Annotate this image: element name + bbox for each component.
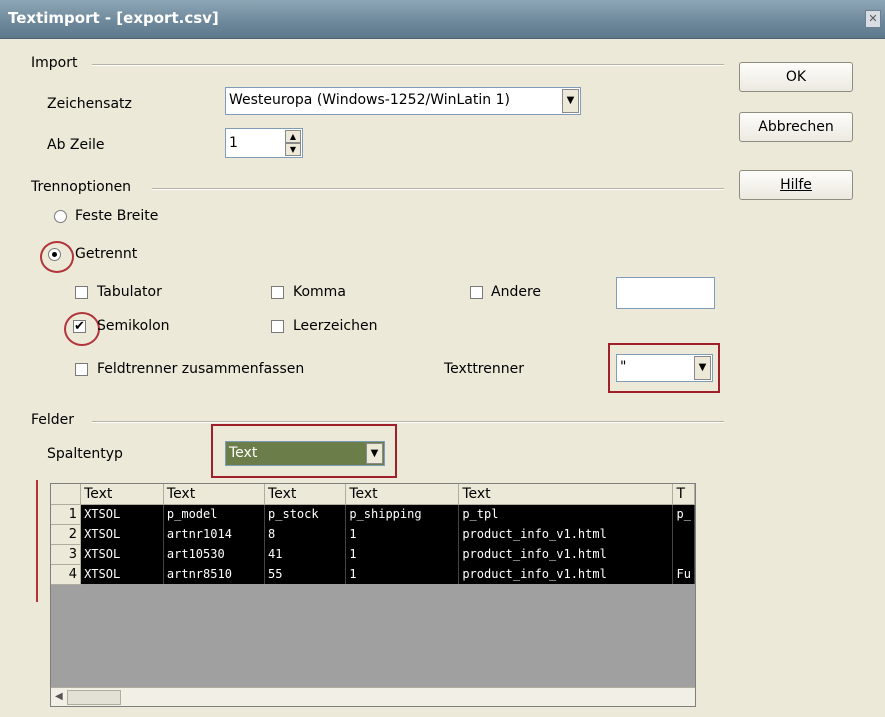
table-cell[interactable]: art10530	[163, 544, 266, 564]
start-row-value: 1	[229, 135, 238, 151]
fields-divider	[92, 421, 724, 423]
table-cell[interactable]: product_info_v1.html	[458, 564, 674, 584]
column-header[interactable]: Text	[264, 484, 347, 505]
column-header[interactable]: T	[672, 484, 695, 505]
comma-checkbox[interactable]	[271, 286, 284, 299]
table-row[interactable]: 2 XTSOL artnr1014 8 1 product_info_v1.ht…	[51, 524, 695, 545]
help-button-label: Hilfe	[780, 177, 812, 193]
table-cell[interactable]: Fu	[672, 564, 695, 584]
row-number: 3	[51, 544, 82, 565]
horizontal-scrollbar[interactable]: ◀ ▶	[51, 687, 695, 706]
space-label: Leerzeichen	[293, 318, 378, 334]
column-header[interactable]: Text	[163, 484, 266, 505]
horizontal-scroll-thumb[interactable]	[67, 690, 121, 705]
column-type-label: Spaltentyp	[47, 446, 123, 462]
table-cell[interactable]: p_stock	[264, 504, 347, 524]
table-cell[interactable]	[672, 544, 695, 564]
checkmark-icon: ✔	[74, 319, 85, 334]
table-cell[interactable]: XTSOL	[80, 564, 164, 584]
row-number: 2	[51, 524, 82, 545]
table-cell[interactable]: 1	[345, 564, 460, 584]
table-cell[interactable]: p_shipping	[345, 504, 460, 524]
separated-label: Getrennt	[75, 246, 138, 262]
comma-label: Komma	[293, 284, 346, 300]
separator-section-label: Trennoptionen	[31, 179, 132, 195]
text-delimiter-value: "	[620, 359, 627, 375]
fixed-width-radio[interactable]	[54, 210, 67, 223]
table-cell[interactable]: product_info_v1.html	[458, 524, 674, 544]
table-cell[interactable]: p_model	[163, 504, 266, 524]
merge-delimiters-checkbox[interactable]	[75, 363, 88, 376]
preview-header-row: Text Text Text Text Text T	[51, 484, 695, 505]
ok-button[interactable]: OK	[739, 62, 853, 92]
cancel-button[interactable]: Abbrechen	[739, 112, 853, 142]
start-row-label: Ab Zeile	[47, 137, 105, 153]
charset-select[interactable]: Westeuropa (Windows-1252/WinLatin 1) ▼	[225, 87, 581, 115]
chevron-down-icon[interactable]: ▼	[694, 356, 711, 380]
table-row[interactable]: 1 XTSOL p_model p_stock p_shipping p_tpl…	[51, 504, 695, 525]
spin-up-icon[interactable]: ▲	[285, 130, 301, 143]
title-bar[interactable]: Textimport - [export.csv] ✕	[0, 0, 885, 39]
start-row-spinner[interactable]: 1 ▲ ▼	[225, 128, 303, 158]
fixed-width-label: Feste Breite	[75, 208, 159, 224]
table-cell[interactable]: artnr1014	[163, 524, 266, 544]
merge-delimiters-label: Feldtrenner zusammenfassen	[97, 361, 305, 377]
text-delimiter-select[interactable]: " ▼	[616, 354, 713, 382]
charset-value: Westeuropa (Windows-1252/WinLatin 1)	[229, 92, 510, 108]
row-number: 1	[51, 504, 82, 525]
separator-divider	[152, 188, 724, 190]
tab-checkbox[interactable]	[75, 286, 88, 299]
column-header[interactable]: Text	[345, 484, 460, 505]
table-cell[interactable]: 1	[345, 544, 460, 564]
text-delimiter-label: Texttrenner	[444, 361, 524, 377]
table-cell[interactable]: artnr8510	[163, 564, 266, 584]
table-cell[interactable]	[672, 524, 695, 544]
text-import-dialog: Textimport - [export.csv] ✕ OK Abbrechen…	[0, 0, 885, 717]
chevron-down-icon[interactable]: ▼	[562, 89, 579, 113]
table-row[interactable]: 4 XTSOL artnr8510 55 1 product_info_v1.h…	[51, 564, 695, 585]
table-cell[interactable]: 1	[345, 524, 460, 544]
window-title: Textimport - [export.csv]	[8, 9, 219, 27]
help-button[interactable]: Hilfe	[739, 170, 853, 200]
table-row[interactable]: 3 XTSOL art10530 41 1 product_info_v1.ht…	[51, 544, 695, 565]
table-cell[interactable]: p_	[672, 504, 695, 524]
tab-label: Tabulator	[97, 284, 162, 300]
semicolon-label: Semikolon	[97, 318, 170, 334]
row-number: 4	[51, 564, 82, 585]
fields-section-label: Felder	[31, 412, 75, 428]
radio-dot-icon	[52, 252, 57, 257]
table-cell[interactable]: XTSOL	[80, 504, 164, 524]
table-cell[interactable]: product_info_v1.html	[458, 544, 674, 564]
other-checkbox[interactable]	[470, 286, 483, 299]
scroll-left-icon[interactable]: ◀	[55, 691, 63, 702]
column-header[interactable]: Text	[458, 484, 674, 505]
semicolon-checkbox[interactable]: ✔	[73, 320, 86, 333]
column-type-select[interactable]: Text ▼	[225, 441, 385, 466]
table-cell[interactable]: XTSOL	[80, 544, 164, 564]
preview-grid[interactable]: Text Text Text Text Text T 1 XTSOL p_mod…	[50, 483, 696, 707]
separated-radio[interactable]	[48, 248, 61, 261]
table-cell[interactable]: p_tpl	[458, 504, 674, 524]
import-divider	[92, 64, 724, 66]
highlight-line-left	[36, 480, 38, 602]
table-cell[interactable]: 41	[264, 544, 347, 564]
space-checkbox[interactable]	[271, 320, 284, 333]
table-cell[interactable]: XTSOL	[80, 524, 164, 544]
other-label: Andere	[491, 284, 542, 300]
close-icon[interactable]: ✕	[865, 10, 881, 28]
corner-cell	[51, 484, 82, 505]
spin-down-icon[interactable]: ▼	[285, 143, 301, 156]
table-cell[interactable]: 8	[264, 524, 347, 544]
charset-label: Zeichensatz	[47, 96, 132, 112]
other-separator-input[interactable]	[616, 277, 715, 309]
import-section-label: Import	[31, 55, 78, 71]
column-header[interactable]: Text	[80, 484, 164, 505]
column-type-value: Text	[229, 445, 258, 461]
table-cell[interactable]: 55	[264, 564, 347, 584]
chevron-down-icon[interactable]: ▼	[366, 443, 383, 464]
